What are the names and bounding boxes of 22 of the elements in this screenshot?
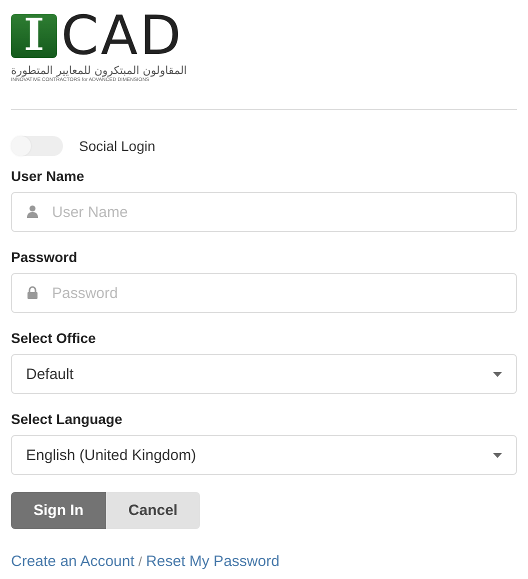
field-label: Select Language xyxy=(11,411,124,427)
username-field[interactable]: User Name xyxy=(11,192,517,232)
select-field[interactable]: Default xyxy=(11,354,517,394)
create-account-link[interactable]: Create an Account xyxy=(11,553,134,570)
select-field[interactable]: English (United Kingdom) xyxy=(11,435,517,475)
social-login-toggle[interactable] xyxy=(11,136,63,156)
reset-password-link[interactable]: Reset My Password xyxy=(146,553,280,570)
field-label: Select Office xyxy=(11,330,97,346)
sign-in-button[interactable]: Sign In xyxy=(11,492,106,529)
logo-letter: I xyxy=(11,14,57,58)
field-label: User Name xyxy=(11,168,86,184)
logo-word: CAD xyxy=(61,14,184,58)
caret-icon xyxy=(493,452,502,458)
user-icon xyxy=(27,205,38,218)
field-label: Password xyxy=(11,249,78,265)
password-field[interactable]: Password xyxy=(11,273,517,313)
lock-icon xyxy=(27,286,38,299)
caret-icon xyxy=(493,372,502,376)
logo-arabic-text: المقاولون المبتكرون للمعايير المتطورة xyxy=(11,64,188,77)
link-separator: / xyxy=(138,554,142,569)
cancel-button[interactable]: Cancel xyxy=(106,492,200,529)
social-login-label: Social Login xyxy=(79,138,156,154)
